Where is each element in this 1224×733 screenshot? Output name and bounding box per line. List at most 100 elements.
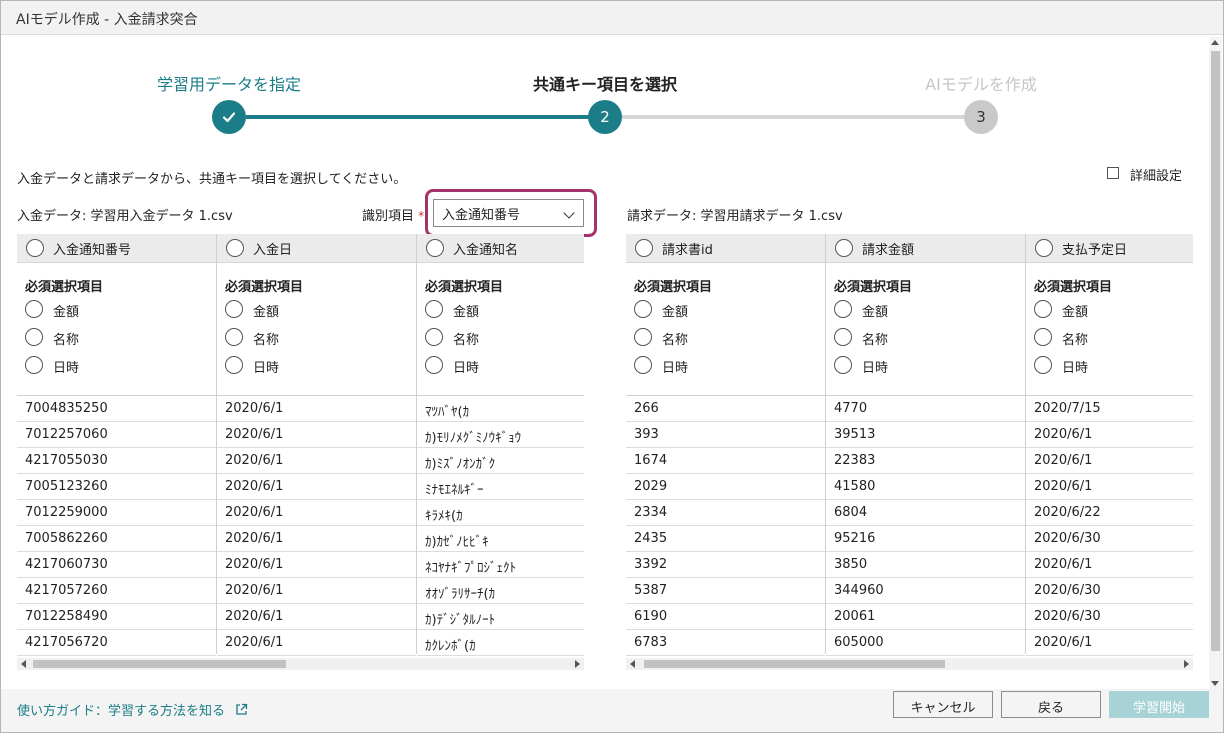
table-cell: 2020/6/22 bbox=[1026, 500, 1193, 526]
option-radio[interactable] bbox=[225, 300, 243, 318]
table-cell: ｶｸﾚﾝﾎﾞ(ｶ bbox=[417, 630, 584, 656]
highlight-box bbox=[425, 189, 597, 237]
horizontal-scrollbar[interactable] bbox=[626, 658, 1193, 670]
option-radio[interactable] bbox=[25, 356, 43, 374]
cancel-button[interactable]: キャンセル bbox=[893, 691, 993, 718]
guide-link[interactable]: 使い方ガイド：学習する方法を知る bbox=[17, 700, 248, 719]
table-cell: 2020/6/1 bbox=[217, 604, 416, 630]
key-column-radio[interactable] bbox=[1035, 239, 1053, 257]
scroll-left-icon[interactable] bbox=[21, 660, 26, 668]
table-cell: 7005123260 bbox=[17, 474, 216, 500]
table-cell: 2020/6/1 bbox=[1026, 448, 1193, 474]
identifier-label: 識別項目 * bbox=[362, 205, 424, 224]
scrollbar-thumb[interactable] bbox=[33, 660, 286, 668]
option-radio[interactable] bbox=[225, 328, 243, 346]
table-cell: 2020/6/30 bbox=[1026, 526, 1193, 552]
table-cell: 2020/6/30 bbox=[1026, 604, 1193, 630]
option-label: 金額 bbox=[253, 305, 280, 320]
option-label: 日時 bbox=[1062, 361, 1089, 376]
table-cell: 344960 bbox=[826, 578, 1025, 604]
right-source-label: 請求データ: 学習用請求データ 1.csv bbox=[627, 209, 843, 224]
scroll-right-icon[interactable] bbox=[575, 660, 580, 668]
table-cell: 20061 bbox=[826, 604, 1025, 630]
scrollbar-thumb[interactable] bbox=[1211, 51, 1220, 651]
option-radio[interactable] bbox=[634, 300, 652, 318]
instruction-text: 入金データと請求データから、共通キー項目を選択してください。 bbox=[17, 172, 407, 187]
option-radio[interactable] bbox=[425, 356, 443, 374]
option-label: 金額 bbox=[53, 305, 80, 320]
option-radio[interactable] bbox=[834, 300, 852, 318]
step-1-label: 学習用データを指定 bbox=[156, 75, 301, 94]
table-cell: ﾏﾂﾊﾞﾔ(ｶ bbox=[417, 396, 584, 422]
key-column-radio[interactable] bbox=[26, 239, 44, 257]
required-mark: * bbox=[418, 209, 425, 223]
horizontal-scrollbar[interactable] bbox=[17, 658, 584, 670]
step-3-circle: 3 bbox=[964, 100, 998, 134]
table-cell: 6190 bbox=[626, 604, 825, 630]
required-options: 必須選択項目 金額 名称 日時 bbox=[826, 263, 1025, 396]
table-cell: 4770 bbox=[826, 396, 1025, 422]
table-cell: 2020/6/1 bbox=[217, 500, 416, 526]
table-cell: 2435 bbox=[626, 526, 825, 552]
left-column-header: 入金日 bbox=[217, 234, 416, 263]
advanced-settings-checkbox[interactable] bbox=[1107, 167, 1119, 179]
table-cell: 2020/6/1 bbox=[217, 578, 416, 604]
table-cell: 2020/6/1 bbox=[1026, 422, 1193, 448]
vertical-scrollbar[interactable] bbox=[1209, 37, 1222, 689]
key-column-radio[interactable] bbox=[835, 239, 853, 257]
table-cell: 7012257060 bbox=[17, 422, 216, 448]
option-radio[interactable] bbox=[1034, 300, 1052, 318]
start-training-button[interactable]: 学習開始 bbox=[1109, 691, 1209, 718]
column-name: 入金通知番号 bbox=[53, 243, 132, 258]
scroll-right-icon[interactable] bbox=[1184, 660, 1189, 668]
external-link-icon bbox=[236, 703, 248, 715]
option-radio[interactable] bbox=[425, 300, 443, 318]
required-options-title: 必須選択項目 bbox=[225, 280, 304, 295]
window-title: AIモデル作成 - 入金請求突合 bbox=[16, 12, 198, 28]
table-cell: 39513 bbox=[826, 422, 1025, 448]
scroll-up-icon[interactable] bbox=[1211, 40, 1219, 45]
option-radio[interactable] bbox=[425, 328, 443, 346]
table-cell: 2020/6/1 bbox=[1026, 552, 1193, 578]
required-options-title: 必須選択項目 bbox=[25, 280, 104, 295]
required-options-title: 必須選択項目 bbox=[634, 280, 713, 295]
option-radio[interactable] bbox=[1034, 356, 1052, 374]
scrollbar-thumb[interactable] bbox=[644, 660, 945, 668]
table-cell: 2020/6/1 bbox=[217, 552, 416, 578]
column-name: 請求金額 bbox=[862, 243, 915, 258]
option-radio[interactable] bbox=[634, 356, 652, 374]
option-radio[interactable] bbox=[25, 300, 43, 318]
table-cell: ｶ)ﾐｽﾞﾉｵﾝｶﾞｸ bbox=[417, 448, 584, 474]
key-column-radio[interactable] bbox=[226, 239, 244, 257]
required-options-title: 必須選択項目 bbox=[1034, 280, 1113, 295]
table-cell: 1674 bbox=[626, 448, 825, 474]
option-radio[interactable] bbox=[1034, 328, 1052, 346]
table-cell: 2020/6/1 bbox=[1026, 474, 1193, 500]
table-cell: 6783 bbox=[626, 630, 825, 656]
checkmark-icon bbox=[222, 112, 236, 123]
option-radio[interactable] bbox=[225, 356, 243, 374]
right-column-header: 支払予定日 bbox=[1026, 234, 1193, 263]
option-radio[interactable] bbox=[25, 328, 43, 346]
option-label: 日時 bbox=[453, 361, 480, 376]
table-cell: 5387 bbox=[626, 578, 825, 604]
option-radio[interactable] bbox=[834, 356, 852, 374]
key-column-radio[interactable] bbox=[635, 239, 653, 257]
back-button[interactable]: 戻る bbox=[1001, 691, 1101, 718]
key-column-radio[interactable] bbox=[426, 239, 444, 257]
table-cell: ｶ)ﾃﾞｼﾞﾀﾙﾉｰﾄ bbox=[417, 604, 584, 630]
scroll-left-icon[interactable] bbox=[630, 660, 635, 668]
step-2-label: 共通キー項目を選択 bbox=[532, 75, 677, 94]
table-cell: 2029 bbox=[626, 474, 825, 500]
table-cell: 7012259000 bbox=[17, 500, 216, 526]
option-radio[interactable] bbox=[834, 328, 852, 346]
table-cell: ﾐﾅﾓｴﾈﾙｷﾞｰ bbox=[417, 474, 584, 500]
table-cell: 605000 bbox=[826, 630, 1025, 656]
right-column: 請求書id 必須選択項目 金額 名称 日時 266 393 1674 2029 2334 2435 3… bbox=[626, 234, 826, 656]
left-column: 入金日 必須選択項目 金額 名称 日時 2020/6/1 2020/6/1 2020/6/1 2… bbox=[217, 234, 417, 656]
table-cell: 4217055030 bbox=[17, 448, 216, 474]
right-column-header: 請求金額 bbox=[826, 234, 1025, 263]
scroll-down-icon[interactable] bbox=[1211, 681, 1219, 686]
option-label: 日時 bbox=[862, 361, 889, 376]
option-radio[interactable] bbox=[634, 328, 652, 346]
